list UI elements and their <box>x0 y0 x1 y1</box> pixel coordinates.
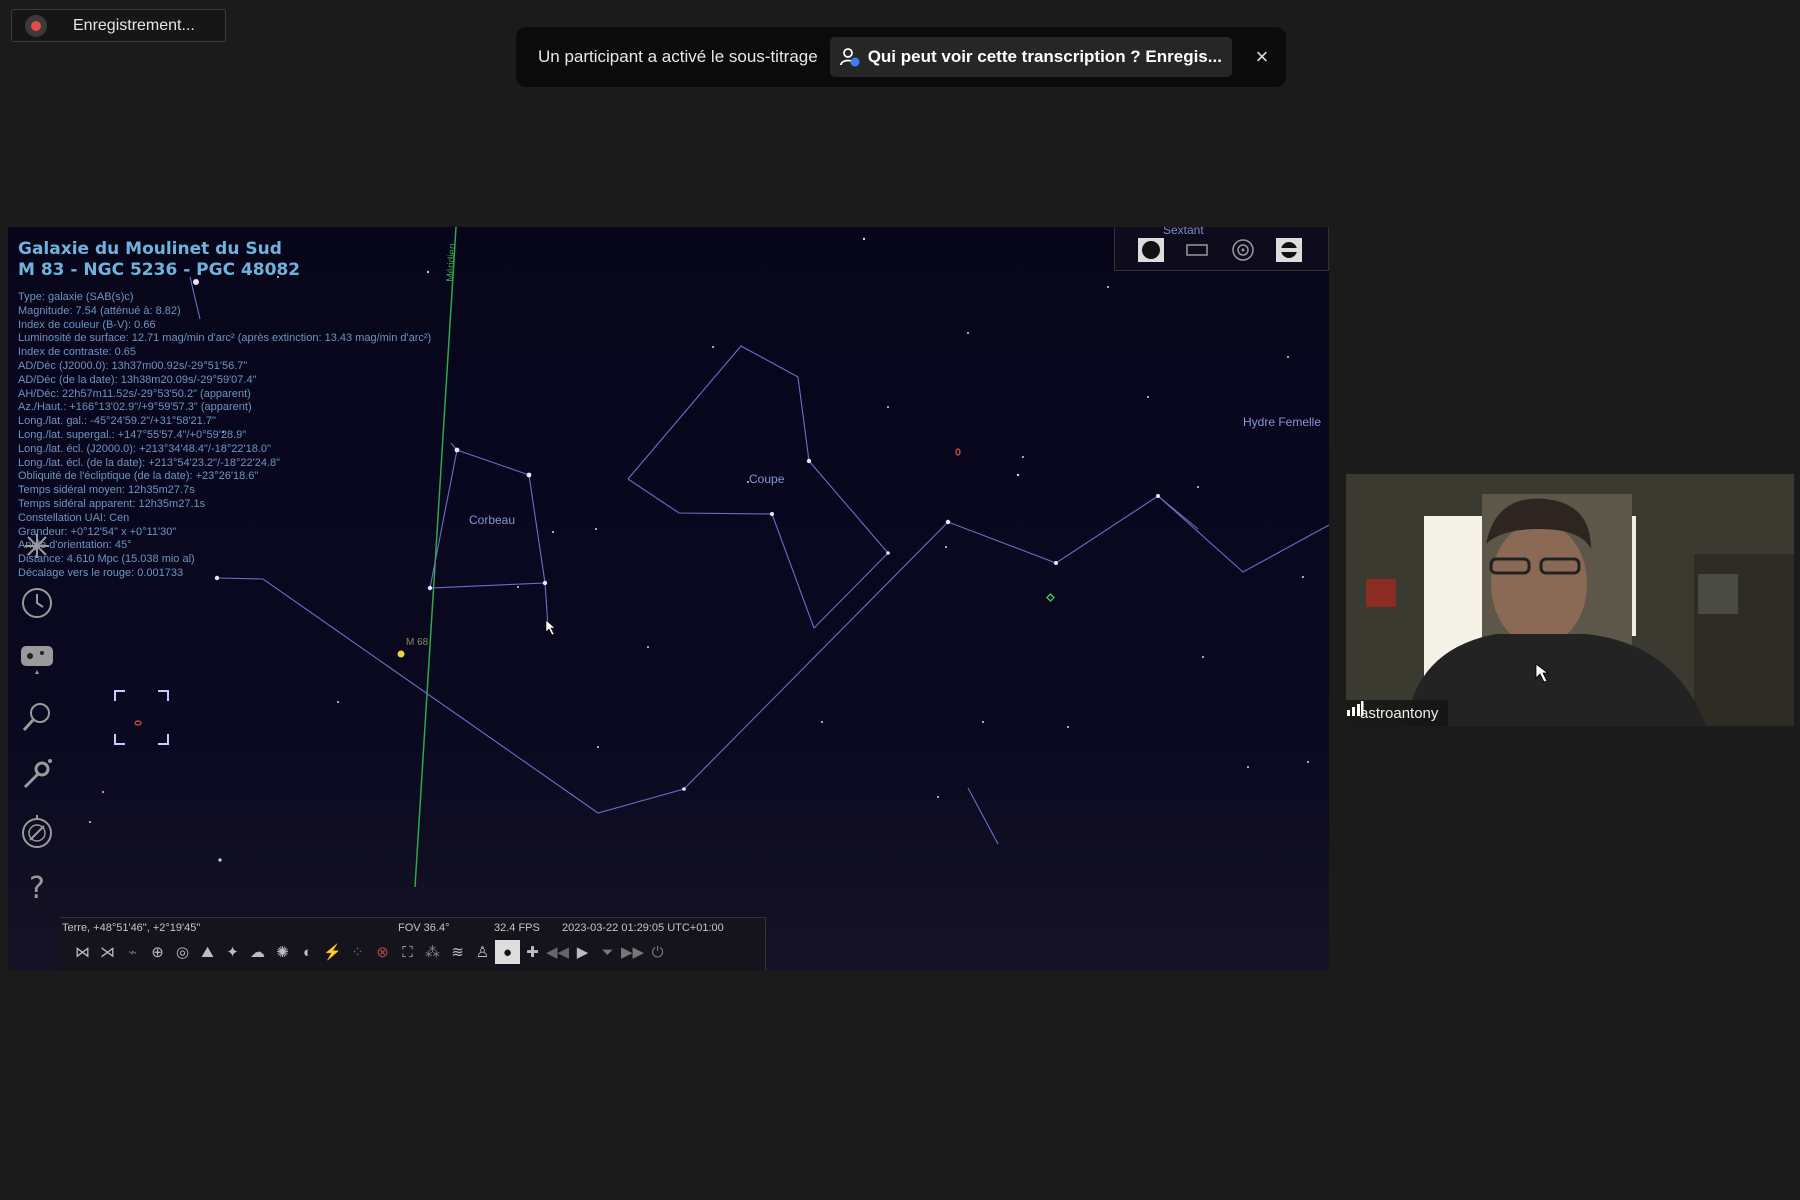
help-icon[interactable]: ? <box>8 859 66 916</box>
fov-status: FOV 36.4° <box>398 922 450 934</box>
info-ecliptic-j2000: Long./lat. écl. (J2000.0): +213°34'48.4"… <box>18 442 271 455</box>
planets-icon[interactable]: ◐ <box>295 940 320 964</box>
signal-strength-icon <box>1347 701 1364 716</box>
location-status: Terre, +48°51'46", +2°19'45" <box>62 922 201 934</box>
info-redshift: Décalage vers le rouge: 0.001733 <box>18 566 184 579</box>
info-radec-date: AD/Déc (de la date): 13h38m20.09s/-29°59… <box>18 373 257 386</box>
fullscreen-icon[interactable]: ⛶ <box>395 940 420 964</box>
fast-forward-icon[interactable]: ▶▶ <box>620 940 645 964</box>
recording-label: Enregistrement... <box>73 16 195 34</box>
info-radec-j2000: AD/Déc (J2000.0): 13h37m00.92s/-29°51'56… <box>18 359 248 372</box>
transcript-visibility-label: Qui peut voir cette transcription ? Enre… <box>867 47 1222 66</box>
record-icon <box>25 14 47 37</box>
info-surface-brightness: Luminosité de surface: 12.71 mag/min d'a… <box>18 332 432 345</box>
info-type: Type: galaxie (SAB(s)c) <box>18 291 134 303</box>
ocular-toolbar: Sextant <box>1114 227 1329 271</box>
transcript-visibility-button[interactable]: Qui peut voir cette transcription ? Enre… <box>829 37 1232 77</box>
caption-banner-text: Un participant a activé le sous-titrage <box>538 47 818 66</box>
clock-icon[interactable] <box>8 574 66 631</box>
info-contrast-index: Index de contraste: 0.65 <box>18 346 137 359</box>
sextant-label: Sextant <box>1163 227 1204 237</box>
participant-video[interactable]: astroantony <box>1346 474 1794 726</box>
stellarium-window[interactable]: Méridien Galaxie du Moulinet du Sud M 83… <box>8 227 1329 970</box>
info-supergalactic: Long./lat. supergal.: +147°55'57.4"/+0°5… <box>18 428 247 441</box>
bottom-toolbar: Terre, +48°51'46", +2°19'45" FOV 36.4° 3… <box>60 917 766 970</box>
satellites-icon[interactable]: ⊗ <box>370 940 395 964</box>
object-name: Galaxie du Moulinet du Sud <box>18 239 282 259</box>
datetime-status: 2023-03-22 01:29:05 UTC+01:00 <box>562 922 724 934</box>
fps-status: 32.4 FPS <box>494 922 540 934</box>
now-icon[interactable]: ⏷ <box>595 940 620 964</box>
info-constellation: Constellation UAI: Cen <box>18 511 130 524</box>
constellation-labels-icon[interactable]: ⋊ <box>95 940 120 964</box>
constellation-lines-icon[interactable]: ⋈ <box>70 940 95 964</box>
observer-icon[interactable]: ♙ <box>470 940 495 964</box>
ocular-icon[interactable] <box>1137 237 1165 263</box>
left-toolbar: ? <box>8 517 66 916</box>
info-orientation: Angle d'orientation: 45° <box>18 539 132 552</box>
info-obliquity: Obliquité de l'écliptique (de la date): … <box>18 470 259 483</box>
info-color-index: Index de couleur (B-V): 0.66 <box>18 318 156 331</box>
sky-view-icon[interactable] <box>8 631 66 688</box>
constellation-label-corbeau: Corbeau <box>469 513 516 527</box>
astro-calc-icon[interactable] <box>8 802 66 859</box>
ocular-settings-icon[interactable] <box>1275 237 1303 263</box>
quit-icon[interactable]: ⏻ <box>645 940 670 964</box>
mount-icon[interactable]: ⚡ <box>320 940 345 964</box>
participant-video-frame <box>1346 474 1794 726</box>
rewind-icon[interactable]: ◀◀ <box>545 940 570 964</box>
exoplanets-icon[interactable]: ⁂ <box>420 940 445 964</box>
constellation-label-hydre: Hydre Femelle <box>1243 415 1322 429</box>
meteor-showers-icon[interactable]: ≋ <box>445 940 470 964</box>
telrad-icon[interactable] <box>1229 237 1257 263</box>
recording-indicator[interactable]: Enregistrement... <box>11 9 226 42</box>
location-icon[interactable] <box>8 517 66 574</box>
settings-icon[interactable] <box>8 745 66 802</box>
info-apparent-sidereal: Temps sidéral apparent: 12h35m27.1s <box>18 497 206 510</box>
ground-icon[interactable]: ⛰ <box>195 940 220 964</box>
search-icon[interactable] <box>8 688 66 745</box>
object-label-m68: M 68 <box>406 637 429 648</box>
person-info-icon <box>839 48 860 67</box>
cardinal-points-icon[interactable]: ✦ <box>220 940 245 964</box>
info-ecliptic-date: Long./lat. écl. (de la date): +213°54'23… <box>18 456 281 469</box>
night-mode-icon[interactable]: ⁘ <box>345 940 370 964</box>
info-hadec: AH/Déc: 22h57m11.52s/-29°53'50.2" (appar… <box>18 387 251 400</box>
info-size: Grandeur: +0°12'54" x +0°11'30" <box>18 525 177 538</box>
close-icon[interactable]: × <box>1250 44 1274 70</box>
info-distance: Distance: 4.610 Mpc (15.038 mio al) <box>18 553 195 566</box>
svg-text:?: ? <box>29 871 45 906</box>
meridian-label: Méridien <box>445 243 459 282</box>
object-info-panel: Galaxie du Moulinet du Sud M 83 - NGC 52… <box>18 239 431 581</box>
constellation-art-icon[interactable]: ⌁ <box>120 940 145 964</box>
sensor-frame-icon[interactable] <box>1183 237 1211 263</box>
ocular-view-icon[interactable]: ● <box>495 940 520 964</box>
azimuthal-grid-icon[interactable]: ◎ <box>170 940 195 964</box>
info-mean-sidereal: Temps sidéral moyen: 12h35m27.7s <box>18 484 195 497</box>
participant-name: astroantony <box>1360 704 1439 722</box>
info-magnitude: Magnitude: 7.54 (atténué à: 8.82) <box>18 304 181 317</box>
equatorial-grid-icon[interactable]: ⊕ <box>145 940 170 964</box>
object-catalog-ids: M 83 - NGC 5236 - PGC 48082 <box>18 260 301 280</box>
atmosphere-icon[interactable]: ☁ <box>245 940 270 964</box>
nebulae-icon[interactable]: ✺ <box>270 940 295 964</box>
info-galactic: Long./lat. gal.: -45°24'59.2"/+31°58'21.… <box>18 415 216 428</box>
participant-name-tag: astroantony <box>1346 700 1449 726</box>
crosshair-icon[interactable]: ✚ <box>520 940 545 964</box>
play-icon[interactable]: ▶ <box>570 940 595 964</box>
info-azalt: Az./Haut.: +166°13'02.9"/+9°59'57.3" (ap… <box>18 401 252 414</box>
caption-banner: Un participant a activé le sous-titrage … <box>516 27 1286 87</box>
constellation-label-coupe: Coupe <box>749 472 785 486</box>
